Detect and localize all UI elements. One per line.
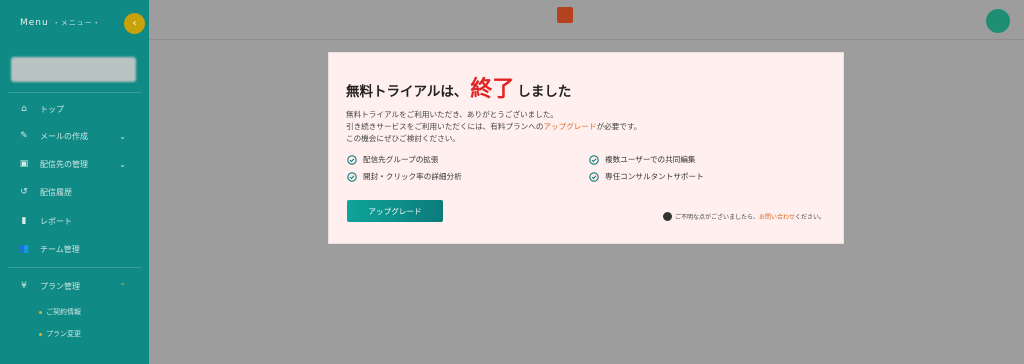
history-icon: ↺ [20,187,28,197]
menu-label: Menu [20,18,49,28]
sidebar-subitem-label: プラン変更 [46,330,81,338]
bullet-icon [39,332,42,336]
help-text-end: ください。 [794,214,825,221]
yen-icon: ¥ [21,281,27,291]
feature-item: 配信先グループの拡張 [347,154,438,165]
sidebar-item-label: メールの作成 [40,131,88,141]
sidebar-item-label: チーム管理 [40,244,80,254]
desc-text: が必要です。 [596,122,642,131]
feature-item: 複数ユーザーでの共同編集 [589,154,696,165]
sidebar-item-report[interactable]: ▮ レポート [0,209,149,233]
sidebar-subitem-plan-change[interactable]: プラン変更 [39,329,81,339]
feature-item: 専任コンサルタントサポート [589,171,704,182]
bullet-icon [39,310,42,314]
sidebar-item-create-mail[interactable]: ✎ メールの作成 ⌄ [0,124,149,148]
feature-item: 開封・クリック率の詳細分析 [347,171,462,182]
sidebar-item-label: 配信先の管理 [40,159,88,169]
sidebar-collapse-button[interactable]: ‹ [124,13,145,34]
desc-line: 無料トライアルをご利用いただき、ありがとうございました。 [346,110,559,119]
sidebar-item-label: トップ [40,104,64,114]
help-text: ご不明な点がございましたら、 [674,214,759,221]
sidebar-item-label: プラン管理 [40,281,80,291]
sidebar-item-top[interactable]: ⌂ トップ [0,97,149,121]
feature-label: 複数ユーザーでの共同編集 [605,155,696,164]
app-logo[interactable] [557,7,573,23]
sidebar-item-team[interactable]: 👥 チーム管理 [0,237,149,261]
chevron-down-icon: ⌄ [119,131,126,141]
check-circle-icon [589,154,599,165]
home-icon: ⌂ [21,104,27,114]
desc-line: 引き続きサービスをご利用いただくには、有料プランへのアップグレードが必要です。 [346,121,641,133]
check-circle-icon [347,154,357,165]
contact-icon: ▣ [19,159,29,169]
title-text-end: しました [517,84,572,100]
feature-label: 開封・クリック率の詳細分析 [363,172,462,181]
upgrade-link[interactable]: アップグレード [543,122,596,131]
pencil-icon: ✎ [20,131,28,141]
sidebar: Menu ・メニュー・ ‹ ⌂ トップ ✎ メールの作成 ⌄ ▣ 配信先の管理 … [0,0,149,364]
help-note: ご不明な点がございましたら、 お問い合わせ ください。 [662,212,825,221]
sidebar-item-label: レポート [40,216,72,226]
modal-title: 無料トライアルは、 終了 しました [346,71,571,103]
avatar[interactable] [986,9,1010,33]
contact-link[interactable]: お問い合わせ [759,212,795,221]
sidebar-subitem-contract[interactable]: ご契約情報 [39,307,81,317]
modal-description: 無料トライアルをご利用いただき、ありがとうございました。 引き続きサービスをご利… [346,109,641,145]
sidebar-search-input[interactable] [11,57,136,82]
desc-line: この機会にぜひご検討ください。 [346,134,460,143]
chevron-left-icon: ‹ [132,18,137,29]
sidebar-item-history[interactable]: ↺ 配信履歴 [0,180,149,204]
bar-chart-icon: ▮ [21,216,27,226]
sidebar-divider [8,267,141,268]
title-text: 無料トライアルは、 [346,84,468,100]
team-icon: 👥 [18,244,30,254]
sidebar-item-recipients[interactable]: ▣ 配信先の管理 ⌄ [0,152,149,176]
check-circle-icon [347,171,357,182]
sidebar-divider [8,92,141,93]
help-person-icon [662,212,672,221]
sidebar-item-label: 配信履歴 [40,187,72,197]
menu-sub-label: ・メニュー・ [52,19,101,27]
upgrade-button[interactable]: アップグレード [347,200,443,222]
sidebar-item-plan[interactable]: ¥ プラン管理 ⌃ [0,274,149,298]
sidebar-subitem-label: ご契約情報 [46,308,81,316]
trial-ended-modal: 無料トライアルは、 終了 しました 無料トライアルをご利用いただき、ありがとうご… [329,53,843,243]
feature-label: 専任コンサルタントサポート [605,172,704,181]
top-header [149,0,1024,40]
title-accent: 終了 [470,77,515,102]
check-circle-icon [589,171,599,182]
chevron-up-icon: ⌃ [119,281,126,291]
chevron-down-icon: ⌄ [119,159,126,169]
feature-label: 配信先グループの拡張 [363,155,439,164]
desc-text: 引き続きサービスをご利用いただくには、有料プランへの [346,122,544,131]
